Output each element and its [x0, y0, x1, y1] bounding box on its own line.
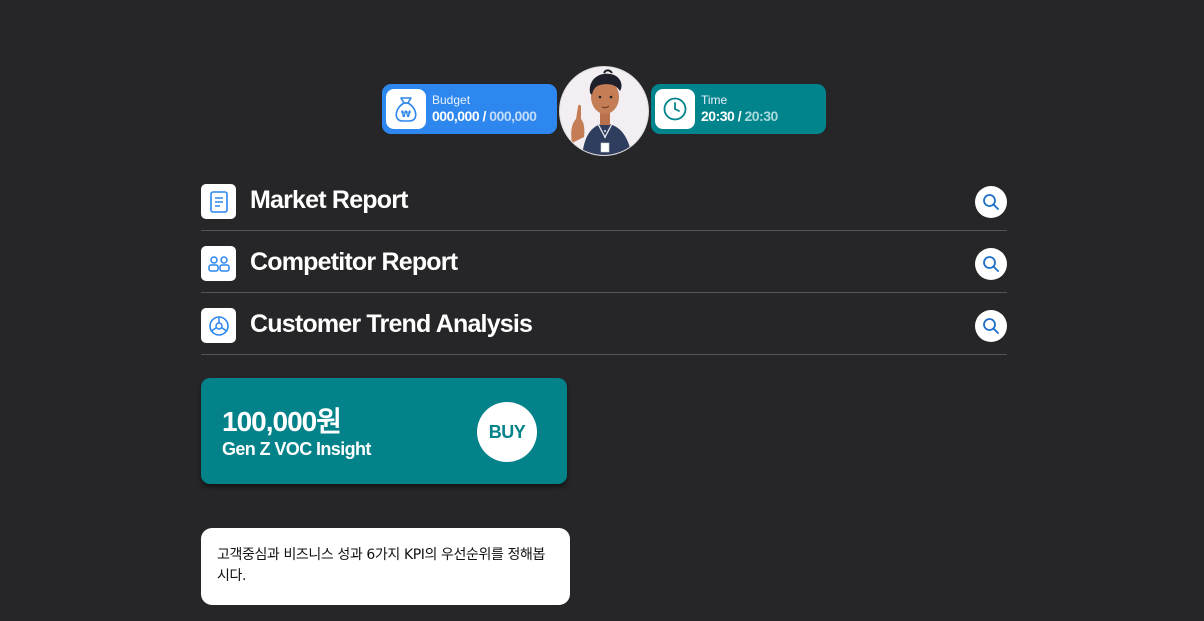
report-row-market[interactable]: Market Report: [201, 170, 1007, 231]
search-icon[interactable]: [975, 248, 1007, 280]
time-label: Time: [701, 93, 728, 107]
users-icon: [201, 246, 236, 281]
budget-value: 000,000 / 000,000: [432, 107, 537, 125]
budget-current: 000,000: [432, 108, 480, 124]
report-row-customer-trend[interactable]: Customer Trend Analysis: [201, 294, 1007, 355]
report-title: Customer Trend Analysis: [250, 310, 533, 338]
time-separator: /: [734, 108, 745, 124]
report-title: Market Report: [250, 186, 409, 214]
buy-button[interactable]: BUY: [477, 402, 537, 462]
report-title: Competitor Report: [250, 248, 458, 276]
budget-label: Budget: [432, 93, 471, 107]
time-value: 20:30 / 20:30: [701, 107, 778, 125]
insight-offer-card: 100,000원 Gen Z VOC Insight BUY: [201, 378, 567, 484]
document-icon: [201, 184, 236, 219]
report-row-competitor[interactable]: Competitor Report: [201, 232, 1007, 293]
message-bubble: 고객중심과 비즈니스 성과 6가지 KPI의 우선순위를 정해봅시다.: [201, 528, 570, 605]
time-max: 20:30: [744, 108, 778, 124]
message-text: 고객중심과 비즈니스 성과 6가지 KPI의 우선순위를 정해봅시다.: [217, 547, 545, 584]
time-panel: Time 20:30 / 20:30: [651, 84, 826, 134]
clock-icon: [655, 89, 695, 129]
search-icon[interactable]: [975, 186, 1007, 218]
offer-price: 100,000원: [222, 406, 342, 437]
money-bag-won-icon: ₩: [386, 89, 426, 129]
budget-max: 000,000: [489, 108, 537, 124]
search-icon[interactable]: [975, 310, 1007, 342]
chart-wheel-icon: [201, 308, 236, 343]
character-avatar: [559, 66, 649, 156]
budget-panel: ₩ Budget 000,000 / 000,000: [382, 84, 557, 134]
svg-text:₩: ₩: [401, 110, 411, 120]
offer-name: Gen Z VOC Insight: [222, 439, 371, 459]
time-current: 20:30: [701, 108, 735, 124]
budget-separator: /: [479, 108, 490, 124]
